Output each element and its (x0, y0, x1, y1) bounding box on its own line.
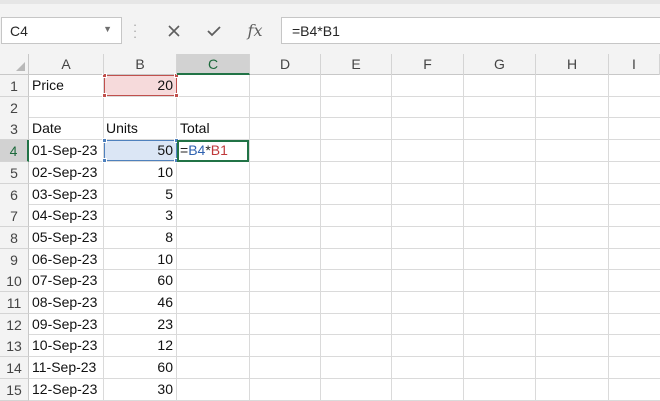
cancel-button[interactable] (160, 17, 188, 44)
cell-date[interactable]: 04-Sep-23 (32, 205, 97, 226)
row-header-5[interactable]: 5 (0, 161, 29, 184)
enter-button[interactable] (200, 17, 228, 44)
select-all-icon (16, 62, 25, 71)
row-header-9[interactable]: 9 (0, 248, 29, 271)
column-header-g[interactable]: G (464, 54, 536, 75)
cell-units[interactable]: 46 (104, 292, 173, 313)
cell-date[interactable]: 05-Sep-23 (32, 227, 97, 248)
row-header-1[interactable]: 1 (0, 75, 29, 97)
cell-A3[interactable]: Date (32, 118, 62, 139)
name-box-value: C4 (10, 23, 28, 39)
cell-units[interactable]: 12 (104, 335, 173, 356)
x-icon (168, 24, 180, 37)
cell-date[interactable]: 11-Sep-23 (32, 357, 96, 378)
gridline-vertical (463, 75, 464, 401)
cell-units[interactable]: 10 (104, 249, 173, 270)
column-header-e[interactable]: E (321, 54, 392, 75)
cell-units[interactable]: 60 (104, 357, 173, 378)
cell-date[interactable]: 02-Sep-23 (32, 162, 97, 183)
cell-date[interactable]: 06-Sep-23 (32, 249, 97, 270)
row-header-13[interactable]: 13 (0, 335, 29, 358)
row-header-4[interactable]: 4 (0, 140, 29, 163)
column-header-a[interactable]: A (29, 54, 104, 75)
column-header-h[interactable]: H (536, 54, 609, 75)
cell-units[interactable]: 50 (104, 140, 173, 161)
worksheet-grid[interactable]: Price 20 Date Units Total 01-Sep-23 50 02-… (0, 54, 660, 401)
gridline-vertical (320, 75, 321, 401)
formula-bar: C4 ▼ · · · fx =B4*B1 (0, 4, 660, 54)
row-header-11[interactable]: 11 (0, 292, 29, 314)
cell-date[interactable]: 03-Sep-23 (32, 184, 97, 205)
cell-units[interactable]: 3 (104, 205, 173, 226)
cell-date[interactable]: 01-Sep-23 (32, 140, 97, 161)
column-header-c[interactable]: C (177, 54, 250, 75)
formula-ref-b4: B4 (188, 142, 206, 158)
column-header-f[interactable]: F (392, 54, 464, 75)
ref-handle[interactable] (174, 93, 179, 98)
excel-window: C4 ▼ · · · fx =B4*B1 Price 20 Date Units… (0, 0, 660, 401)
gridline-vertical (391, 75, 392, 401)
formula-eq: = (180, 142, 189, 158)
cell-B3[interactable]: Units (106, 118, 138, 139)
column-header-b[interactable]: B (104, 54, 177, 75)
name-box[interactable]: C4 ▼ (1, 17, 122, 44)
formula-input[interactable]: =B4*B1 (281, 17, 660, 44)
formula-ref-b1: B1 (210, 142, 228, 158)
gridline-vertical (608, 75, 609, 401)
row-header-12[interactable]: 12 (0, 313, 29, 336)
row-header-7[interactable]: 7 (0, 205, 29, 228)
column-header-i[interactable]: I (609, 54, 660, 75)
gridline-vertical (176, 75, 177, 401)
row-header-2[interactable]: 2 (0, 96, 29, 119)
select-all-button[interactable] (0, 54, 29, 75)
cell-C3[interactable]: Total (180, 118, 210, 139)
row-header-6[interactable]: 6 (0, 183, 29, 206)
cell-A1[interactable]: Price (32, 75, 64, 96)
cell-date[interactable]: 08-Sep-23 (32, 292, 97, 313)
cell-area[interactable]: Price 20 Date Units Total 01-Sep-23 50 02-… (29, 73, 660, 401)
cell-C4-editor[interactable]: =B4*B1 (180, 140, 228, 161)
cell-date[interactable]: 07-Sep-23 (32, 270, 97, 291)
cell-date[interactable]: 09-Sep-23 (32, 314, 97, 335)
chevron-down-icon[interactable]: ▼ (103, 24, 112, 34)
cell-date[interactable]: 10-Sep-23 (32, 335, 97, 356)
row-header-14[interactable]: 14 (0, 357, 29, 380)
gridline-vertical (249, 75, 250, 401)
row-header-15[interactable]: 15 (0, 378, 29, 401)
drag-handle-icon[interactable]: · · · (132, 18, 138, 43)
row-header-10[interactable]: 10 (0, 270, 29, 293)
column-header-d[interactable]: D (250, 54, 321, 75)
insert-function-button[interactable]: fx (241, 17, 269, 44)
cell-units[interactable]: 5 (104, 184, 173, 205)
fx-icon: fx (247, 21, 263, 40)
checkmark-icon (207, 25, 221, 36)
formula-text: =B4*B1 (292, 23, 340, 39)
cell-units[interactable]: 8 (104, 227, 173, 248)
cell-units[interactable]: 10 (104, 162, 173, 183)
row-header-8[interactable]: 8 (0, 226, 29, 249)
gridline-vertical (535, 75, 536, 401)
cell-units[interactable]: 60 (104, 270, 173, 291)
cell-units[interactable]: 23 (104, 314, 173, 335)
cell-units[interactable]: 30 (104, 379, 173, 400)
cell-date[interactable]: 12-Sep-23 (32, 379, 97, 400)
row-header-3[interactable]: 3 (0, 118, 29, 141)
cell-B1[interactable]: 20 (104, 75, 173, 96)
